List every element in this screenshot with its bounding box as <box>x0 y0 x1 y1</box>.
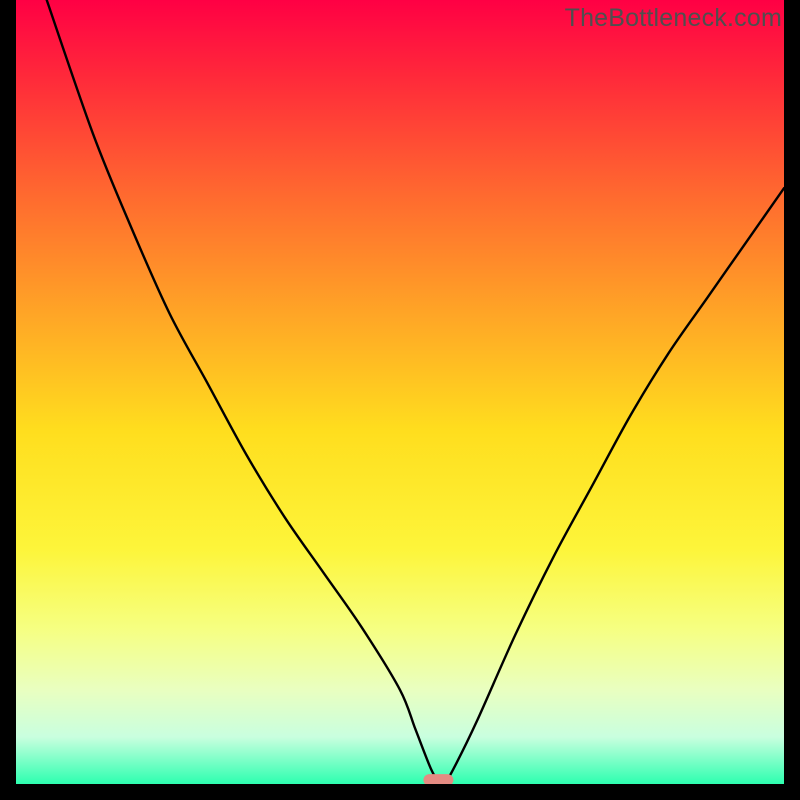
plot-area <box>16 0 784 784</box>
gradient-background <box>16 0 784 784</box>
optimal-point-marker <box>423 774 453 784</box>
chart-svg <box>16 0 784 784</box>
watermark-text: TheBottleneck.com <box>565 4 782 33</box>
chart-frame: TheBottleneck.com <box>0 0 800 800</box>
